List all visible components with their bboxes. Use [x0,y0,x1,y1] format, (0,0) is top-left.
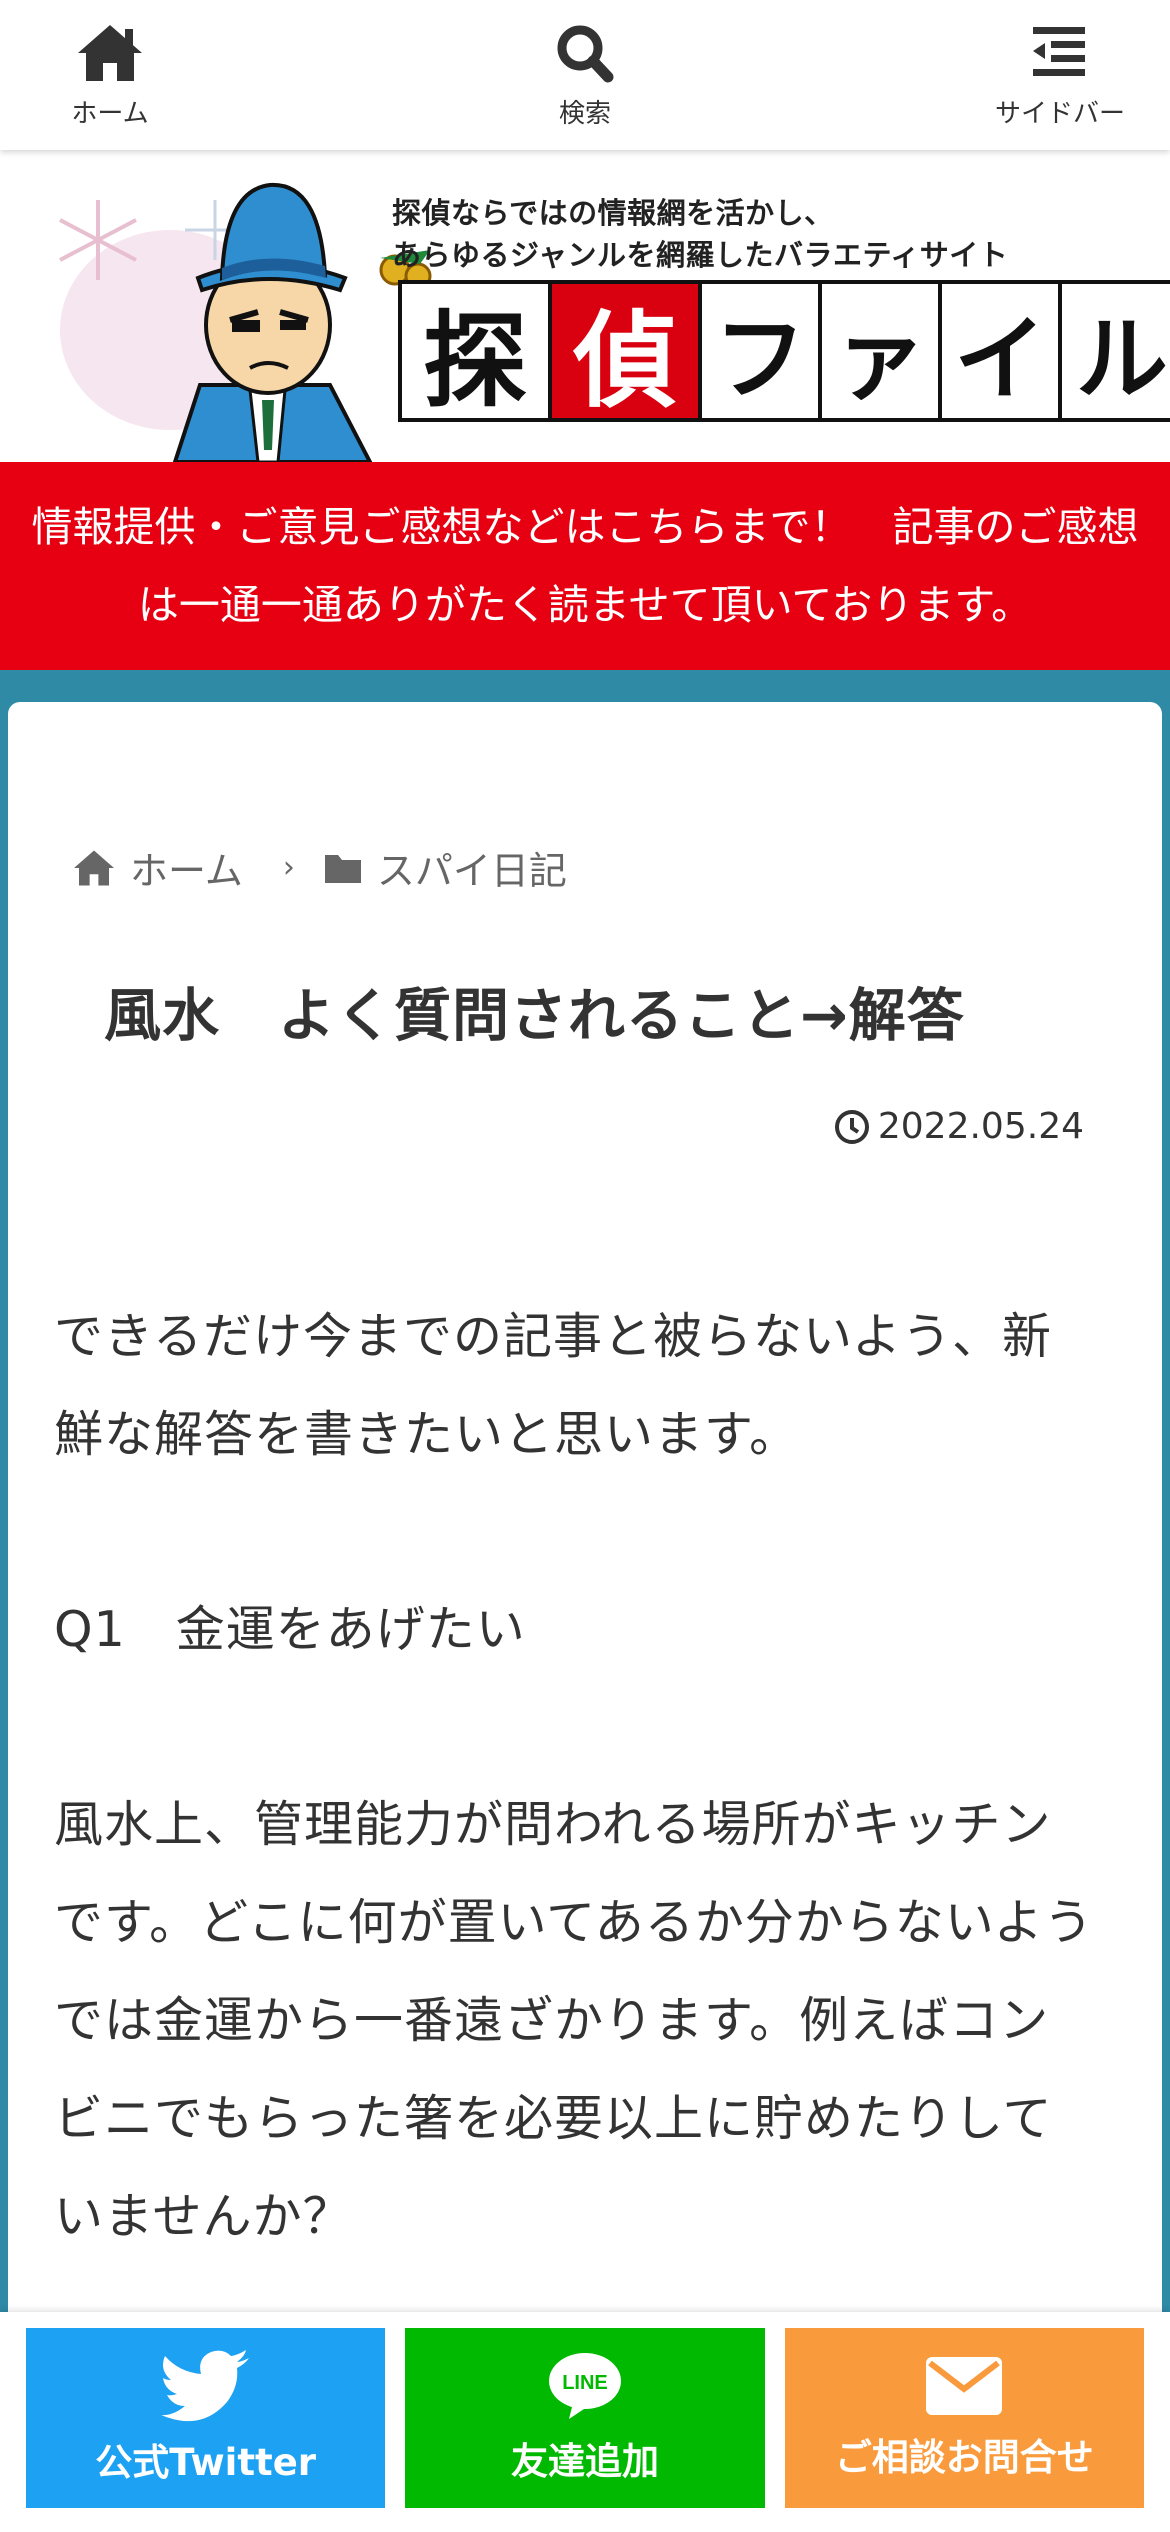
breadcrumb-home-label: ホーム [130,849,243,893]
breadcrumb-category[interactable]: スパイ日記 [323,840,567,895]
line-badge-text: LINE [562,2372,608,2394]
contact-button[interactable]: ご相談お問合せ [784,2328,1144,2508]
logo-char-5: イ [942,284,1062,418]
nav-sidebar-label: サイドバー [994,98,1125,129]
breadcrumb-home[interactable]: ホーム [72,840,243,895]
line-button[interactable]: LINE 友達追加 [405,2328,765,2508]
post-title: 風水 よく質問されること→解答 [104,983,965,1049]
twitter-button[interactable]: 公式Twitter [26,2328,386,2508]
breadcrumb: ホーム › スパイ日記 [72,840,567,895]
contact-button-label: ご相談お問合せ [834,2436,1094,2479]
site-tagline: 探偵ならではの情報網を活かし、 あらゆるジャンルを網羅したバラエティサイト [392,192,1008,276]
post-paragraph: できるだけ今までの記事と被らないよう、新鮮な解答を書きたいと思います。 [54,1308,1053,1463]
post-body: できるだけ今までの記事と被らないよう、新鮮な解答を書きたいと思います。 Q1 金… [54,1288,1094,2363]
logo-char-3: フ [702,284,822,418]
search-icon [557,25,614,82]
bottom-cta-bar: 公式Twitter LINE 友達追加 ご相談お問合せ [0,2312,1170,2532]
mail-icon [926,2357,1003,2415]
twitter-button-label: 公式Twitter [95,2441,317,2484]
logo-char-4: ァ [822,284,942,418]
sidebar-menu-icon [1033,26,1085,76]
nav-sidebar-button[interactable]: サイドバー [970,10,1150,140]
top-nav: ホーム 検索 サイドバー [0,0,1170,150]
notice-banner[interactable]: 情報提供・ご意見ご感想などはこちらまで！ 記事のご感想は一通一通ありがたく読ませ… [0,462,1170,670]
chevron-right-icon: › [282,850,295,885]
logo-char-1: 探 [402,284,552,422]
post-date: 2022.05.24 [834,1106,1084,1147]
folder-icon [324,854,361,883]
post-date-text: 2022.05.24 [877,1106,1084,1147]
notice-text: 情報提供・ご意見ご感想などはこちらまで！ 記事のご感想は一通一通ありがたく読ませ… [31,503,1139,629]
home-icon [78,24,142,81]
nav-home-button[interactable]: ホーム [20,10,200,140]
logo-char-2: 偵 [552,284,702,422]
site-header-banner[interactable]: 探偵ならではの情報網を活かし、 あらゆるジャンルを網羅したバラエティサイト 探 … [0,150,1170,462]
logo-char-6: ル [1062,284,1170,418]
breadcrumb-category-label: スパイ日記 [376,849,567,893]
line-button-label: 友達追加 [510,2440,659,2483]
post-question-heading: Q1 金運をあげたい [54,1601,526,1658]
site-logo: 探 偵 フ ァ イ ル [398,280,1170,422]
nav-search-label: 検索 [558,98,611,129]
tagline-line-1: 探偵ならではの情報網を活かし、 [392,196,834,230]
line-icon: LINE [548,2353,621,2419]
home-icon [74,850,114,885]
twitter-bird-icon [160,2350,249,2422]
nav-search-button[interactable]: 検索 [495,10,675,140]
nav-home-label: ホーム [71,98,149,129]
post-paragraph: 風水上、管理能力が問われる場所がキッチンです。どこに何が置いてあるか分からないよ… [54,1796,1094,2245]
article-card: ホーム › スパイ日記 風水 よく質問されること→解答 2022.05.24 で… [8,702,1162,2532]
clock-icon [834,1109,869,1144]
tagline-line-2: あらゆるジャンルを網羅したバラエティサイト [392,238,1009,272]
